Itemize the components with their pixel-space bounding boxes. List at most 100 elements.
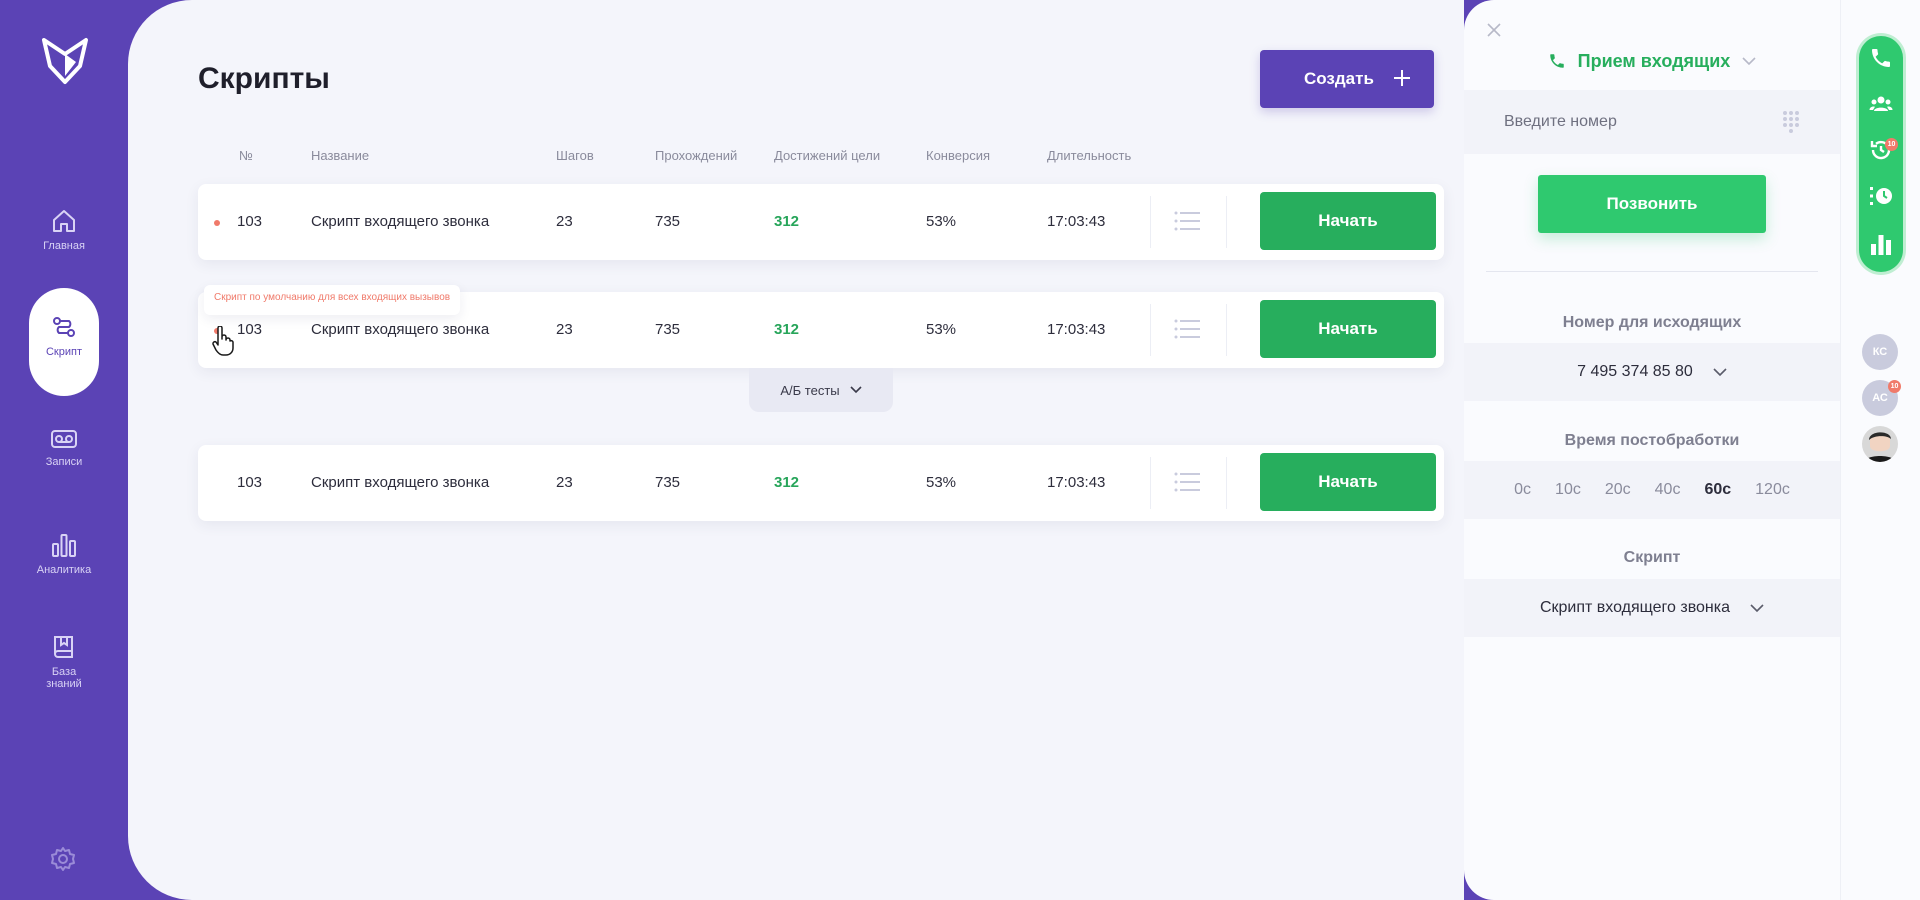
sidebar-item-label: База xyxy=(51,666,77,678)
row-goals: 312 xyxy=(774,213,800,230)
sidebar-item-label: Записи xyxy=(45,456,83,468)
table-row[interactable]: 103 Скрипт входящего звонка 23 735 312 5… xyxy=(198,184,1444,260)
ab-tests-label: А/Б тесты xyxy=(780,382,840,398)
row-conversion: 53% xyxy=(926,474,957,491)
home-icon xyxy=(53,210,75,232)
script-icon xyxy=(53,317,75,337)
column-header-number: № xyxy=(239,148,253,163)
avatar[interactable]: КС xyxy=(1862,334,1898,370)
row-duration: 17:03:43 xyxy=(1047,321,1106,338)
row-goals: 312 xyxy=(774,474,800,491)
phone-panel: Прием входящих Позвонить Номер для исход… xyxy=(1464,0,1840,900)
phone-icon xyxy=(1549,54,1564,68)
ab-tests-toggle[interactable]: А/Б тесты xyxy=(749,368,893,412)
script-value: Скрипт входящего звонка xyxy=(1539,599,1731,616)
wrapup-time-label: Время постобработки xyxy=(1564,432,1740,449)
row-goals: 312 xyxy=(774,321,800,338)
number-input-band xyxy=(1464,90,1840,154)
page-title: Скрипты xyxy=(198,62,330,95)
row-duration: 17:03:43 xyxy=(1047,213,1106,230)
start-button[interactable]: Начать xyxy=(1260,300,1436,358)
row-passes: 735 xyxy=(655,213,681,230)
wrapup-option-120[interactable]: 120с xyxy=(1755,481,1790,499)
bar-chart-icon[interactable] xyxy=(1869,232,1893,256)
fox-logo-icon[interactable] xyxy=(40,36,90,86)
wrapup-option-0[interactable]: 0с xyxy=(1514,481,1531,499)
list-icon[interactable] xyxy=(1174,471,1200,493)
avatar-photo[interactable] xyxy=(1862,426,1898,462)
sidebar-item-home[interactable]: Главная xyxy=(0,208,128,252)
chevron-down-icon xyxy=(1742,56,1756,65)
sidebar-item-knowledge-base[interactable]: База знаний xyxy=(0,634,128,690)
sidebar: Главная Скрипт Записи Аналитика База зна… xyxy=(0,0,128,900)
default-script-tooltip: Скрипт по умолчанию для всех входящих вы… xyxy=(204,285,461,315)
row-name: Скрипт входящего звонка xyxy=(311,474,490,491)
script-label: Скрипт xyxy=(1623,549,1681,566)
row-number: 103 xyxy=(237,213,263,230)
phone-icon[interactable] xyxy=(1869,46,1893,70)
outgoing-number-label: Номер для исходящих xyxy=(1562,314,1742,331)
dialpad-icon[interactable] xyxy=(1782,110,1800,138)
history-badge: 10 xyxy=(1885,138,1898,151)
team-icon[interactable] xyxy=(1869,92,1893,116)
row-conversion: 53% xyxy=(926,321,957,338)
chevron-down-icon xyxy=(850,386,862,394)
call-mode-select[interactable]: Прием входящих xyxy=(1464,44,1840,78)
phone-number-input[interactable] xyxy=(1504,108,1754,136)
divider xyxy=(1150,196,1151,248)
divider xyxy=(1226,196,1227,248)
column-header-goals: Достижений цели xyxy=(774,148,881,163)
call-button[interactable]: Позвонить xyxy=(1538,175,1766,233)
right-rail: 10 КС АС 10 xyxy=(1840,0,1920,900)
close-icon[interactable] xyxy=(1486,22,1502,38)
analytics-icon xyxy=(52,534,76,557)
column-header-conversion: Конверсия xyxy=(926,148,991,163)
row-duration: 17:03:43 xyxy=(1047,474,1106,491)
list-icon[interactable] xyxy=(1174,318,1200,340)
chevron-down-icon xyxy=(1713,367,1727,376)
divider xyxy=(1150,457,1151,509)
row-conversion: 53% xyxy=(926,213,957,230)
row-steps: 23 xyxy=(556,474,573,491)
divider xyxy=(1150,304,1151,356)
plus-icon xyxy=(1394,70,1410,86)
column-header-duration: Длительность xyxy=(1047,148,1132,163)
divider xyxy=(1486,271,1818,272)
row-steps: 23 xyxy=(556,321,573,338)
sidebar-item-label: Главная xyxy=(43,240,85,252)
sidebar-item-label: Аналитика xyxy=(36,564,92,576)
create-button[interactable]: Создать xyxy=(1260,50,1434,108)
row-name: Скрипт входящего звонка xyxy=(311,213,490,230)
wrapup-option-10[interactable]: 10с xyxy=(1555,481,1581,499)
recording-icon xyxy=(51,430,77,448)
start-button[interactable]: Начать xyxy=(1260,192,1436,250)
sidebar-item-analytics[interactable]: Аналитика xyxy=(0,532,128,576)
start-button[interactable]: Начать xyxy=(1260,453,1436,511)
row-steps: 23 xyxy=(556,213,573,230)
wrapup-option-20[interactable]: 20с xyxy=(1605,481,1631,499)
column-header-name: Название xyxy=(311,148,370,163)
sidebar-item-script[interactable]: Скрипт xyxy=(29,288,99,396)
wrapup-option-40[interactable]: 40с xyxy=(1655,481,1681,499)
wrapup-time-options: 0с 10с 20с 40с 60с 120с xyxy=(1464,461,1840,519)
sidebar-item-label: Скрипт xyxy=(45,346,82,358)
book-icon xyxy=(54,636,73,658)
queue-timer-icon[interactable] xyxy=(1869,184,1893,208)
row-passes: 735 xyxy=(655,474,681,491)
outgoing-number-value: 7 495 374 85 80 xyxy=(1577,363,1693,380)
divider xyxy=(1226,304,1227,356)
avatar-badge: 10 xyxy=(1888,380,1901,393)
wrapup-option-60[interactable]: 60с xyxy=(1704,481,1731,499)
list-icon[interactable] xyxy=(1174,210,1200,232)
sidebar-item-records[interactable]: Записи xyxy=(0,428,128,468)
row-number: 103 xyxy=(237,474,263,491)
outgoing-number-select[interactable]: 7 495 374 85 80 xyxy=(1464,343,1840,401)
default-script-indicator[interactable] xyxy=(214,220,220,226)
main-content: Скрипты Создать № Название Шагов Прохожд… xyxy=(128,0,1464,900)
gear-icon[interactable] xyxy=(50,846,76,872)
table-row[interactable]: 103 Скрипт входящего звонка 23 735 312 5… xyxy=(198,445,1444,521)
sidebar-item-label: знаний xyxy=(46,678,82,690)
column-header-steps: Шагов xyxy=(556,148,594,163)
divider xyxy=(1226,457,1227,509)
script-select[interactable]: Скрипт входящего звонка xyxy=(1464,579,1840,637)
